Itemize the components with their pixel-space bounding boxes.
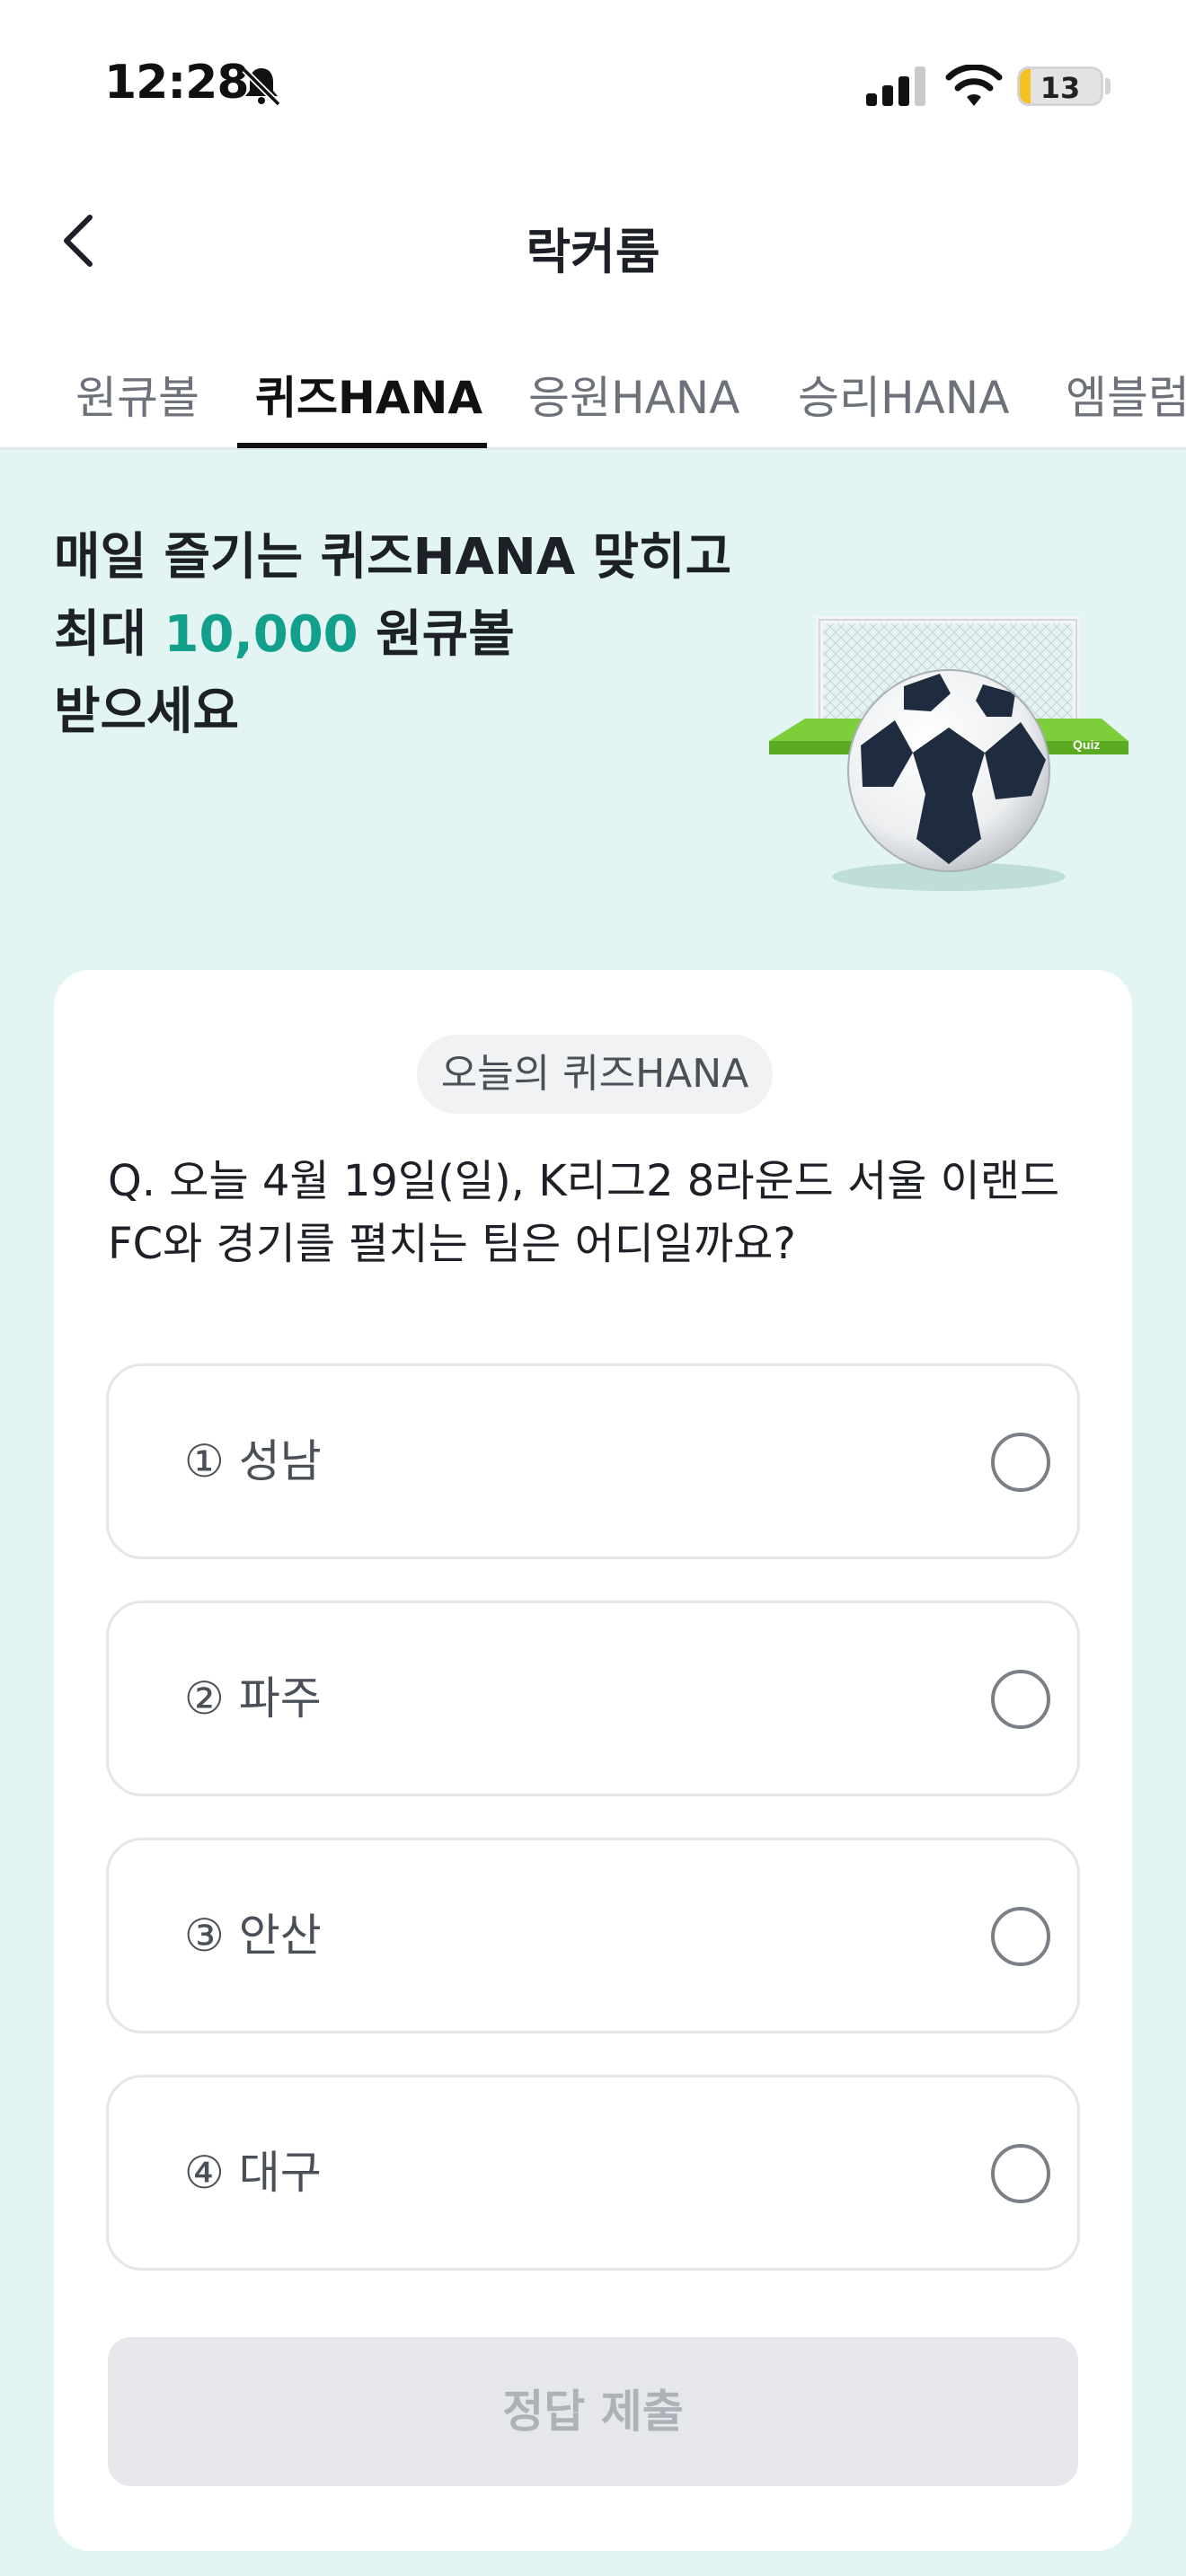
battery-indicator: 13 (1017, 66, 1103, 106)
answer-radio[interactable] (991, 1433, 1050, 1492)
answer-option-label: ② 파주 (184, 1672, 322, 1725)
answer-option-1[interactable]: ① 성남 (106, 1363, 1080, 1559)
answer-radio[interactable] (991, 1670, 1050, 1729)
answer-option-label: ① 성남 (184, 1435, 322, 1487)
banner-line-3: 받으세요 (54, 683, 240, 741)
answer-radio[interactable] (991, 2144, 1050, 2203)
soccer-ball-goal-icon: Quiz (769, 615, 1128, 891)
cellular-signal-icon (866, 66, 925, 106)
wifi-icon (945, 65, 1003, 106)
answer-option-label: ③ 안산 (184, 1910, 322, 1962)
answer-option-2[interactable]: ② 파주 (106, 1601, 1080, 1796)
art-caption: Quiz (1073, 737, 1100, 752)
tab-emblem[interactable]: 엠블럼 (1066, 362, 1186, 427)
page-title: 락커룸 (526, 224, 660, 280)
promo-banner-text: 매일 즐기는 퀴즈HANA 맞히고 최대 10,000 원큐볼 받으세요 (54, 519, 731, 751)
battery-terminal (1105, 78, 1111, 94)
tab-quiz-hana[interactable]: 퀴즈HANA (255, 362, 482, 427)
active-tab-indicator (237, 443, 487, 448)
todays-quiz-badge: 오늘의 퀴즈HANA (417, 1035, 773, 1114)
bell-muted-icon (242, 67, 281, 107)
tab-victory-hana[interactable]: 승리HANA (798, 362, 1009, 427)
submit-answer-button[interactable]: 정답 제출 (108, 2337, 1078, 2486)
answer-radio[interactable] (991, 1907, 1050, 1966)
banner-line-2: 최대 10,000 원큐볼 (54, 605, 515, 664)
tab-cheer-hana[interactable]: 응원HANA (528, 362, 739, 427)
status-time: 12:28 (104, 56, 250, 110)
answer-option-3[interactable]: ③ 안산 (106, 1838, 1080, 2033)
quiz-question: Q. 오늘 4월 19일(일), K리그2 8라운드 서울 이랜드 FC와 경기… (108, 1156, 1060, 1269)
banner-line-1: 매일 즐기는 퀴즈HANA 맞히고 (54, 528, 732, 587)
battery-percent: 13 (1040, 71, 1081, 105)
reward-amount: 10,000 (164, 605, 358, 664)
tab-wonqball[interactable]: 원큐볼 (75, 362, 199, 427)
tab-bar: 원큐볼 퀴즈HANA 응원HANA 승리HANA 엠블럼 (0, 346, 1186, 450)
answer-option-4[interactable]: ④ 대구 (106, 2075, 1080, 2271)
quiz-card: 오늘의 퀴즈HANA Q. 오늘 4월 19일(일), K리그2 8라운드 서울… (54, 970, 1132, 2551)
answer-option-label: ④ 대구 (184, 2147, 322, 2199)
